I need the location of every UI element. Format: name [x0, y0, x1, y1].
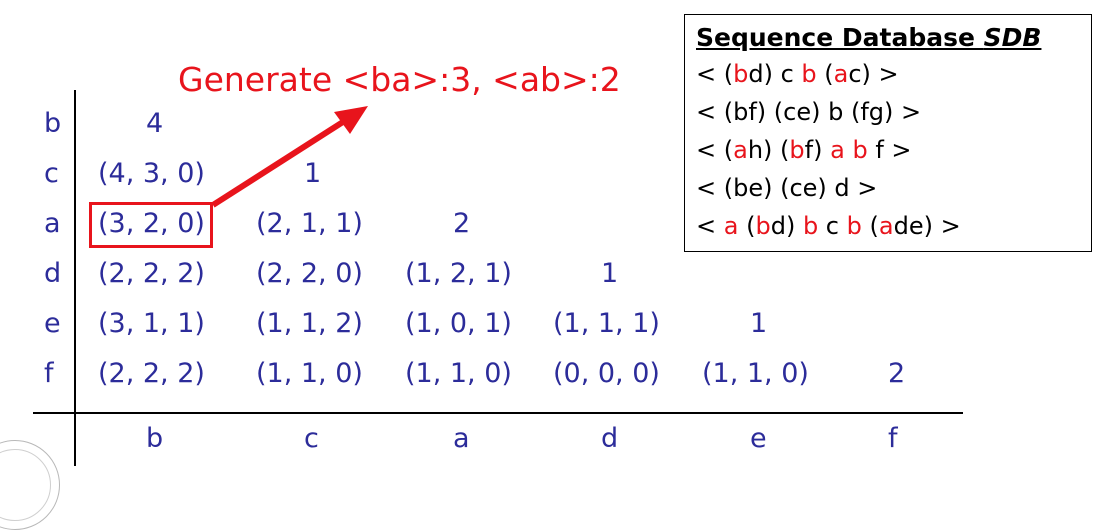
arrow-shaft	[211, 117, 348, 208]
arrow-graphic	[211, 106, 368, 208]
arrow-head	[334, 106, 368, 134]
